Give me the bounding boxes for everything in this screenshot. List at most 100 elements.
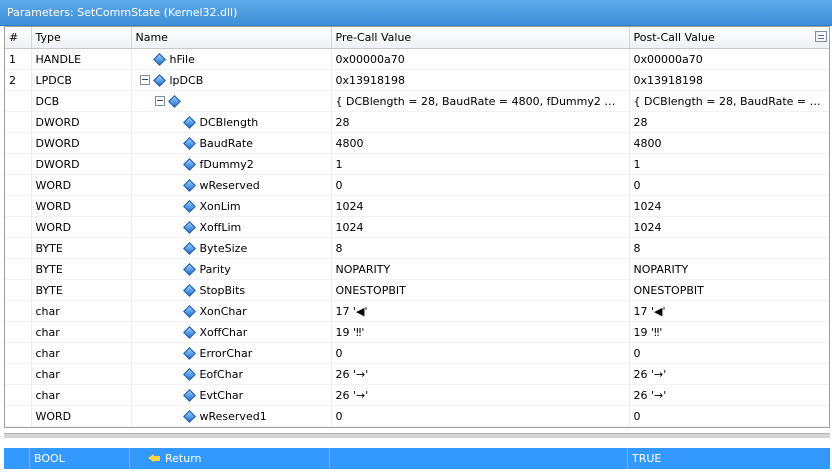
row-num bbox=[5, 216, 32, 238]
table-row[interactable]: DWORD fDummy2 1 1 bbox=[5, 153, 829, 175]
table-row[interactable]: BYTE StopBits ONESTOPBIT ONESTOPBIT bbox=[5, 279, 829, 301]
table-row[interactable]: char XonChar 17 '◀' 17 '◀' bbox=[5, 300, 829, 322]
diamond-icon bbox=[182, 346, 196, 360]
row-type: BYTE bbox=[31, 279, 132, 301]
row-name: wReserved1 bbox=[199, 409, 267, 423]
return-row[interactable]: BOOL Return TRUE bbox=[4, 448, 830, 469]
row-post-value: 1 bbox=[629, 153, 829, 175]
row-post-value: 1024 bbox=[629, 216, 829, 238]
row-name-cell: DCBlength bbox=[131, 111, 332, 133]
column-header-num[interactable]: # bbox=[5, 27, 32, 49]
row-name-cell: XonChar bbox=[131, 300, 332, 322]
table-row[interactable]: char XoffChar 19 '‼' 19 '‼' bbox=[5, 321, 829, 343]
collapse-icon[interactable] bbox=[154, 96, 165, 106]
row-pre-value: 17 '◀' bbox=[331, 300, 630, 322]
row-type: char bbox=[31, 384, 132, 406]
row-name: hFile bbox=[169, 52, 195, 66]
row-name: wReserved bbox=[199, 178, 260, 192]
row-name-cell: EvtChar bbox=[131, 384, 332, 406]
row-pre-value: 26 '→' bbox=[331, 363, 630, 385]
row-name: XonLim bbox=[199, 199, 241, 213]
row-name-cell: wReserved bbox=[131, 174, 332, 196]
row-name-cell: hFile bbox=[131, 48, 332, 70]
row-post-value: 19 '‼' bbox=[629, 321, 829, 343]
row-name: Parity bbox=[199, 262, 231, 276]
row-name: ErrorChar bbox=[199, 346, 253, 360]
row-post-value: 0x00000a70 bbox=[629, 48, 829, 70]
table-row[interactable]: char EofChar 26 '→' 26 '→' bbox=[5, 363, 829, 385]
row-name: StopBits bbox=[199, 283, 246, 297]
table-row[interactable]: 1 HANDLE hFile 0x00000a70 0x00000a70 bbox=[5, 48, 829, 70]
row-type: BYTE bbox=[31, 237, 132, 259]
column-header-post-call[interactable]: Post-Call Value bbox=[629, 27, 829, 49]
row-type: DWORD bbox=[31, 111, 132, 133]
row-post-value: 26 '→' bbox=[629, 384, 829, 406]
row-pre-value: 26 '→' bbox=[331, 384, 630, 406]
row-type: DWORD bbox=[31, 132, 132, 154]
diamond-icon bbox=[182, 178, 196, 192]
row-post-value: ONESTOPBIT bbox=[629, 279, 829, 301]
row-num bbox=[5, 342, 32, 364]
row-post-value: 17 '◀' bbox=[629, 300, 829, 322]
return-num bbox=[4, 448, 30, 469]
row-pre-value: 1 bbox=[331, 153, 630, 175]
row-type: char bbox=[31, 363, 132, 385]
row-type: DCB bbox=[31, 90, 132, 112]
table-row[interactable]: 2 LPDCB lpDCB 0x13918198 0x13918198 bbox=[5, 69, 829, 91]
row-post-value: NOPARITY bbox=[629, 258, 829, 280]
table-row[interactable]: DCB { DCBlength = 28, BaudRate = 4800, fD… bbox=[5, 90, 829, 112]
row-type: WORD bbox=[31, 405, 132, 427]
collapse-icon[interactable] bbox=[139, 75, 150, 85]
diamond-icon bbox=[152, 73, 166, 87]
diamond-icon bbox=[182, 115, 196, 129]
column-header-type[interactable]: Type bbox=[31, 27, 132, 49]
table-row[interactable]: WORD wReserved1 0 0 bbox=[5, 405, 829, 427]
row-num bbox=[5, 300, 32, 322]
parameters-table: # Type Name Pre-Call Value Post-Call Val… bbox=[4, 26, 830, 428]
column-header-name[interactable]: Name bbox=[131, 27, 332, 49]
table-row[interactable]: BYTE Parity NOPARITY NOPARITY bbox=[5, 258, 829, 280]
table-row[interactable]: DWORD DCBlength 28 28 bbox=[5, 111, 829, 133]
row-type: WORD bbox=[31, 174, 132, 196]
row-num bbox=[5, 279, 32, 301]
row-name: BaudRate bbox=[199, 136, 253, 150]
window-title-bar: Parameters: SetCommState (Kernel32.dll) bbox=[0, 0, 832, 26]
row-name-cell: EofChar bbox=[131, 363, 332, 385]
row-name-cell: XonLim bbox=[131, 195, 332, 217]
row-num bbox=[5, 384, 32, 406]
row-post-value: 0 bbox=[629, 174, 829, 196]
table-row[interactable]: char EvtChar 26 '→' 26 '→' bbox=[5, 384, 829, 406]
row-num bbox=[5, 237, 32, 259]
column-header-pre-call[interactable]: Pre-Call Value bbox=[331, 27, 630, 49]
row-name: EvtChar bbox=[199, 388, 244, 402]
row-post-value: { DCBlength = 28, BaudRate = 480... bbox=[629, 90, 829, 112]
row-name: XoffLim bbox=[199, 220, 242, 234]
row-num bbox=[5, 405, 32, 427]
diamond-icon bbox=[182, 199, 196, 213]
row-num bbox=[5, 195, 32, 217]
row-type: char bbox=[31, 342, 132, 364]
row-num bbox=[5, 132, 32, 154]
row-name: DCBlength bbox=[199, 115, 259, 129]
diamond-icon bbox=[152, 52, 166, 66]
pane-splitter[interactable] bbox=[4, 433, 830, 438]
diamond-icon bbox=[182, 388, 196, 402]
table-row[interactable]: char ErrorChar 0 0 bbox=[5, 342, 829, 364]
table-row[interactable]: BYTE ByteSize 8 8 bbox=[5, 237, 829, 259]
diamond-icon bbox=[182, 304, 196, 318]
row-name-cell: StopBits bbox=[131, 279, 332, 301]
table-row[interactable]: WORD wReserved 0 0 bbox=[5, 174, 829, 196]
row-post-value: 26 '→' bbox=[629, 363, 829, 385]
column-chooser-icon[interactable] bbox=[814, 31, 827, 42]
row-name: XoffChar bbox=[199, 325, 248, 339]
row-name-cell: wReserved1 bbox=[131, 405, 332, 427]
table-row[interactable]: DWORD BaudRate 4800 4800 bbox=[5, 132, 829, 154]
table-row[interactable]: WORD XoffLim 1024 1024 bbox=[5, 216, 829, 238]
row-num bbox=[5, 363, 32, 385]
row-type: DWORD bbox=[31, 153, 132, 175]
table-row[interactable]: WORD XonLim 1024 1024 bbox=[5, 195, 829, 217]
return-type: BOOL bbox=[30, 448, 130, 469]
row-post-value: 28 bbox=[629, 111, 829, 133]
row-name-cell: fDummy2 bbox=[131, 153, 332, 175]
diamond-icon bbox=[182, 220, 196, 234]
